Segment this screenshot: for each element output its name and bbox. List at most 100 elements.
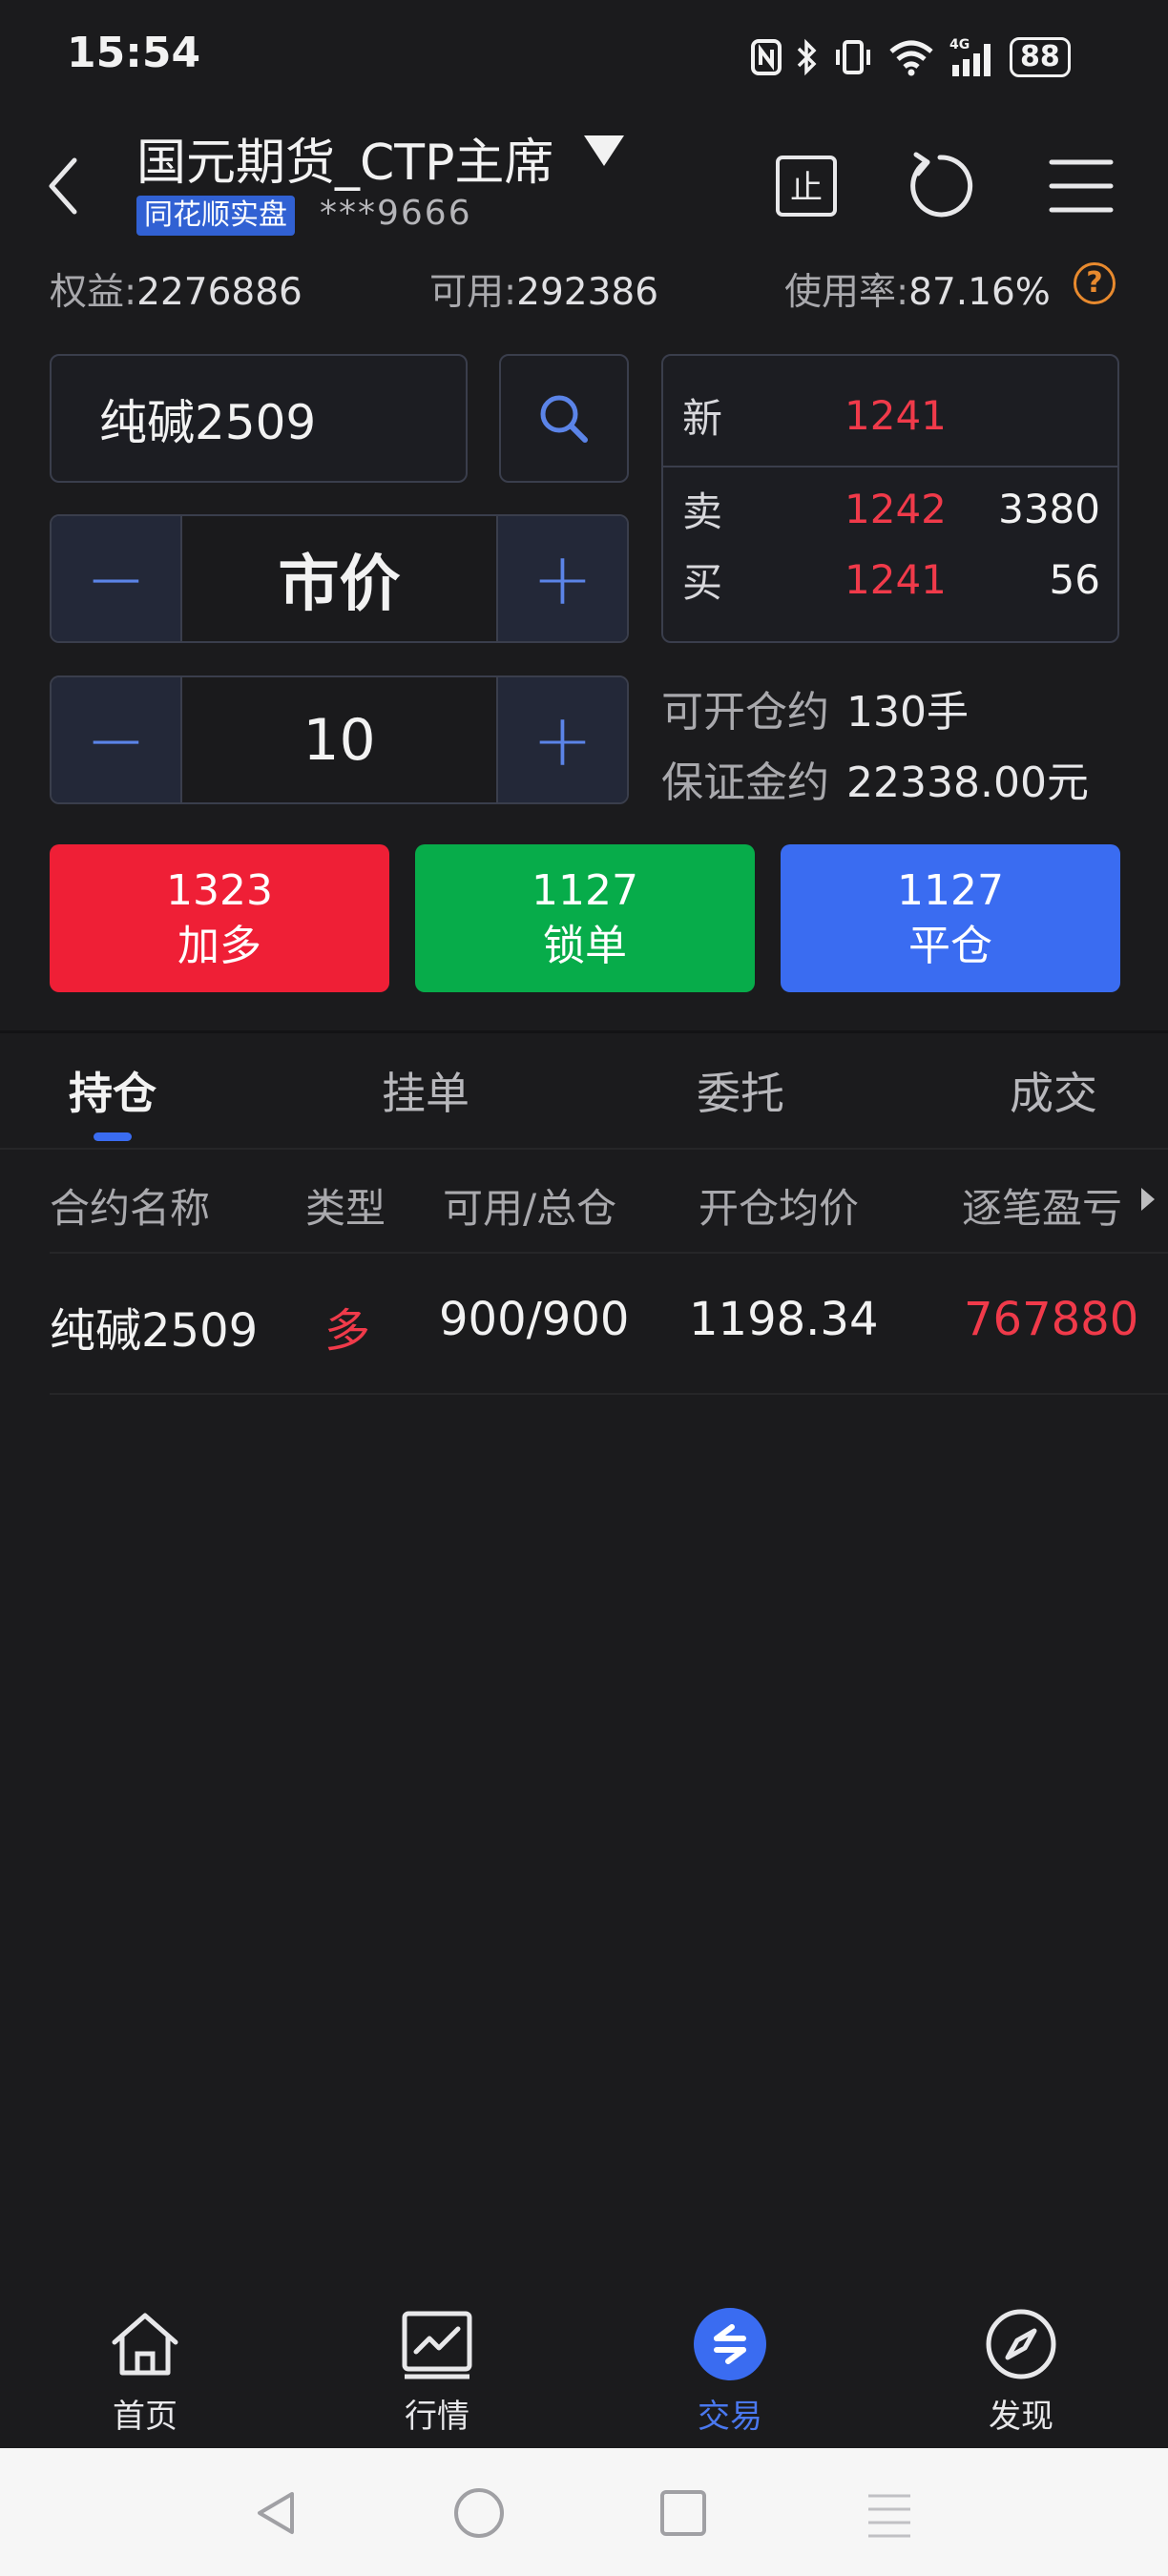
- real-account-badge: 同花顺实盘: [136, 196, 295, 236]
- nav-market[interactable]: 行情: [361, 2304, 513, 2437]
- bid-price[interactable]: 1241: [845, 556, 978, 603]
- ask-label: 卖: [682, 488, 723, 535]
- help-icon[interactable]: ?: [1074, 262, 1116, 304]
- status-time: 15:54: [67, 29, 201, 77]
- active-tab-indicator: [94, 1132, 132, 1141]
- usage-label: 使用率:: [784, 271, 909, 314]
- quantity-decrease-button[interactable]: −: [52, 677, 180, 802]
- tab-trades[interactable]: 成交: [1010, 1059, 1097, 1122]
- bid-label: 买: [682, 558, 723, 606]
- quote-bid-row: 买 1241 56: [682, 551, 1100, 608]
- equity-label: 权益:: [50, 271, 137, 314]
- chevron-left-icon: [49, 157, 77, 215]
- trade-icon: [690, 2304, 770, 2384]
- position-type: 多: [324, 1304, 371, 1358]
- stop-icon: 止: [776, 156, 837, 217]
- column-header-available-total[interactable]: 可用/总仓: [443, 1176, 616, 1235]
- account-dropdown[interactable]: [580, 132, 628, 170]
- stop-order-button[interactable]: 止: [773, 153, 840, 219]
- openable-info: 可开仓约 130手: [661, 677, 969, 738]
- column-header-contract[interactable]: 合约名称: [50, 1176, 210, 1235]
- system-nav-bar: [0, 2448, 1168, 2576]
- nav-home-label: 首页: [113, 2398, 177, 2436]
- close-price: 1127: [897, 865, 1004, 915]
- margin-info: 保证金约 22338.00元: [661, 748, 1089, 809]
- margin-value: 22338.00元: [846, 758, 1089, 807]
- system-home-icon[interactable]: [452, 2486, 506, 2540]
- system-recents-icon[interactable]: [657, 2486, 710, 2540]
- close-position-button[interactable]: 1127 平仓: [781, 844, 1120, 992]
- header-divider: [50, 1252, 1168, 1254]
- new-label: 新: [682, 394, 723, 442]
- add-long-label: 加多: [177, 921, 261, 970]
- quote-divider: [663, 466, 1117, 467]
- usage-value: 87.16%: [908, 271, 1051, 314]
- add-long-button[interactable]: 1323 加多: [50, 844, 389, 992]
- quantity-field[interactable]: 10: [180, 677, 498, 802]
- available-stat: 可用:292386: [429, 262, 658, 316]
- quote-ask-row: 卖 1242 3380: [682, 480, 1100, 537]
- contract-input[interactable]: 纯碱2509: [50, 354, 468, 483]
- account-title[interactable]: 国元期货_CTP主席: [136, 122, 553, 194]
- account-number: ***9666: [320, 194, 472, 233]
- row-divider: [50, 1393, 1168, 1395]
- add-long-price: 1323: [166, 865, 273, 915]
- available-value: 292386: [516, 271, 659, 314]
- margin-label: 保证金约: [661, 758, 829, 807]
- menu-icon: [1049, 159, 1114, 213]
- column-header-pnl[interactable]: 逐笔盈亏: [962, 1176, 1122, 1235]
- ask-price[interactable]: 1242: [845, 486, 978, 532]
- signal-icon: 4G: [949, 37, 991, 76]
- price-increase-button[interactable]: +: [498, 516, 627, 641]
- chart-icon: [397, 2304, 477, 2384]
- new-price[interactable]: 1241: [845, 392, 978, 439]
- openable-label: 可开仓约: [661, 688, 829, 737]
- price-decrease-button[interactable]: −: [52, 516, 180, 641]
- ask-volume: 3380: [998, 485, 1100, 532]
- search-button[interactable]: [499, 354, 629, 483]
- nav-trade-label: 交易: [698, 2398, 762, 2436]
- nav-market-label: 行情: [405, 2398, 469, 2436]
- equity-value: 2276886: [136, 271, 302, 314]
- section-divider: [0, 1030, 1168, 1033]
- tab-positions[interactable]: 持仓: [69, 1059, 156, 1122]
- refresh-icon: [910, 152, 973, 218]
- nav-discover[interactable]: 发现: [945, 2304, 1097, 2437]
- lock-position-button[interactable]: 1127 锁单: [415, 844, 755, 992]
- system-back-icon[interactable]: [250, 2486, 303, 2540]
- lock-price: 1127: [532, 865, 638, 915]
- wifi-icon: [889, 40, 933, 76]
- back-button[interactable]: [38, 153, 95, 219]
- battery-icon: 88: [1010, 37, 1071, 77]
- close-label: 平仓: [908, 921, 992, 970]
- price-mode-field[interactable]: 市价: [180, 516, 498, 641]
- menu-button[interactable]: [1048, 155, 1115, 218]
- position-available-total: 900/900: [439, 1293, 630, 1346]
- stop-label: 止: [790, 169, 823, 207]
- status-icons: 4G 88: [750, 29, 1071, 86]
- system-menu-icon[interactable]: [863, 2486, 916, 2540]
- refresh-button[interactable]: [905, 151, 975, 221]
- quote-panel: 新 1241 卖 1242 3380 买 1241 56: [661, 354, 1119, 643]
- available-label: 可用:: [429, 271, 517, 314]
- network-label: 4G: [949, 37, 970, 52]
- quote-new-row: 新 1241: [682, 386, 1100, 444]
- nav-discover-label: 发现: [989, 2398, 1053, 2436]
- nfc-icon: [751, 39, 782, 75]
- nav-home[interactable]: 首页: [69, 2304, 221, 2437]
- scroll-right-icon[interactable]: [1141, 1188, 1155, 1211]
- bluetooth-icon: [797, 38, 817, 76]
- price-stepper: − 市价 +: [50, 514, 629, 643]
- column-header-type[interactable]: 类型: [305, 1176, 386, 1235]
- tab-pending-orders[interactable]: 挂单: [382, 1059, 469, 1122]
- column-header-avg-price[interactable]: 开仓均价: [699, 1176, 859, 1235]
- caret-down-icon: [584, 135, 624, 166]
- quantity-stepper: − 10 +: [50, 675, 629, 804]
- tab-orders[interactable]: 委托: [697, 1059, 784, 1122]
- quantity-increase-button[interactable]: +: [498, 677, 627, 802]
- openable-value: 130手: [846, 688, 969, 737]
- home-icon: [105, 2304, 185, 2384]
- search-icon: [540, 395, 588, 443]
- position-contract[interactable]: 纯碱2509: [50, 1293, 258, 1360]
- nav-trade[interactable]: 交易: [654, 2304, 806, 2437]
